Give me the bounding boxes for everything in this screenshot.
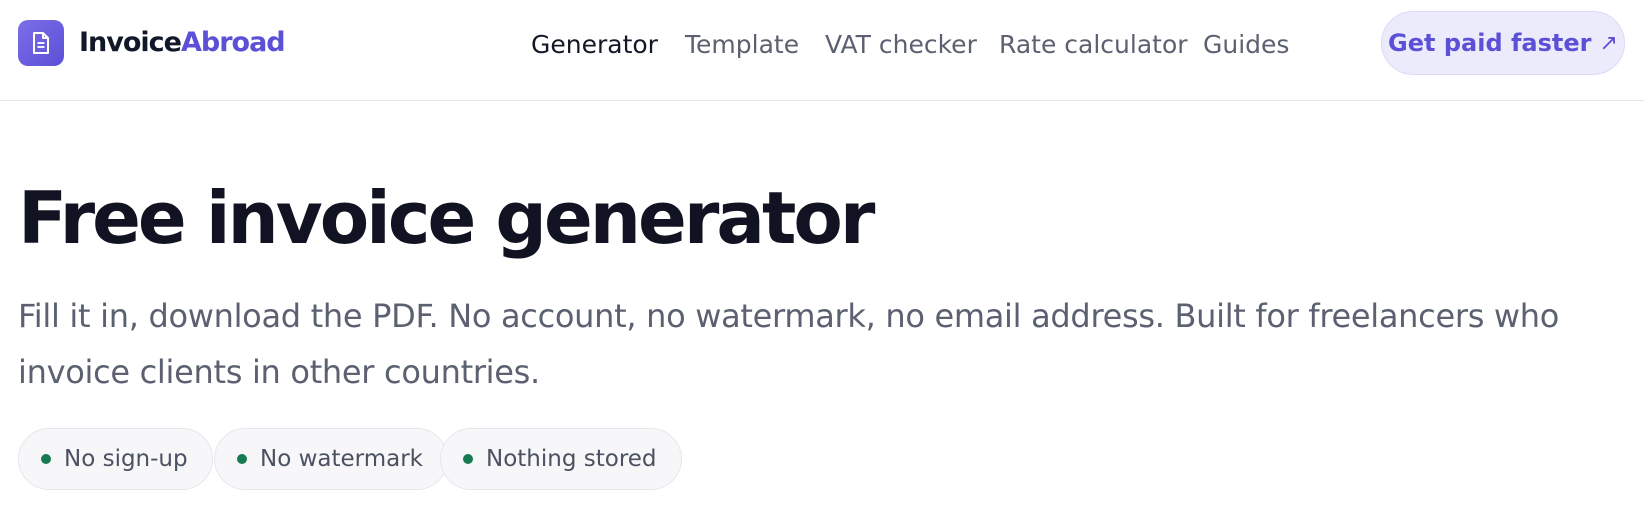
nav-item-generator[interactable]: Generator: [531, 28, 658, 62]
nav-item-template[interactable]: Template: [685, 28, 799, 62]
badge-no-sign-up: No sign-up: [18, 428, 213, 490]
badge-no-watermark: No watermark: [214, 428, 448, 490]
nav-item-guides[interactable]: Guides: [1203, 28, 1289, 62]
badge-label: No watermark: [260, 446, 423, 472]
nav-item-rate-calculator[interactable]: Rate calculator: [999, 28, 1188, 62]
badge-label: Nothing stored: [486, 446, 657, 472]
arrow-up-right-icon: ↗: [1599, 30, 1618, 56]
badge-label: No sign-up: [64, 446, 188, 472]
status-dot-icon: [463, 454, 473, 464]
badge-nothing-stored: Nothing stored: [440, 428, 682, 490]
page-title: Free invoice generator: [18, 176, 875, 260]
status-dot-icon: [237, 454, 247, 464]
cta-label: Get paid faster: [1388, 29, 1592, 57]
page-subtitle: Fill it in, download the PDF. No account…: [18, 297, 1560, 391]
site-header: InvoiceAbroad Generator Template VAT che…: [0, 0, 1644, 101]
get-paid-faster-button[interactable]: Get paid faster ↗: [1381, 11, 1625, 75]
nav-item-vat-checker[interactable]: VAT checker: [825, 28, 977, 62]
status-dot-icon: [41, 454, 51, 464]
